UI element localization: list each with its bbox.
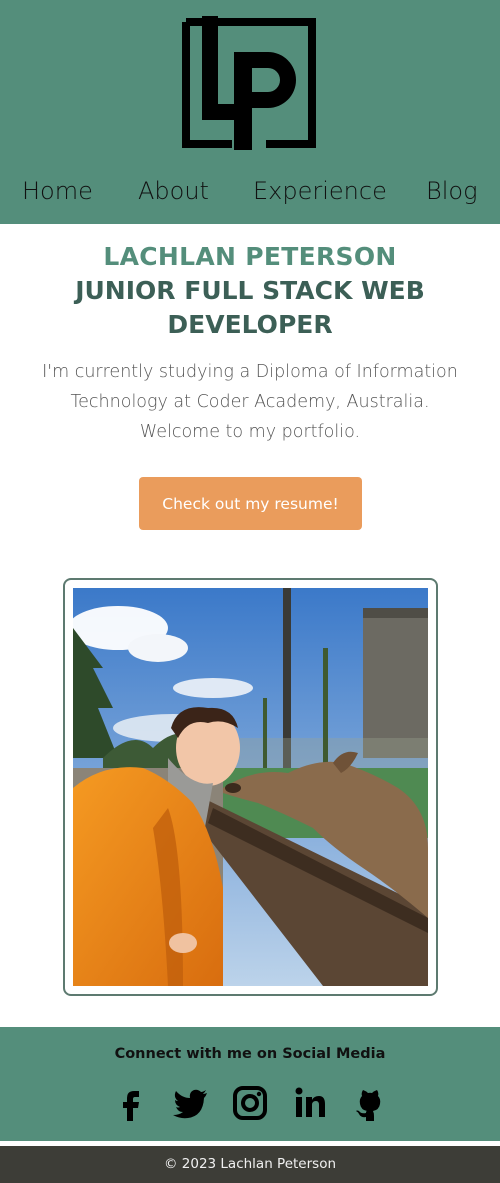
social-section: Connect with me on Social Media [0,1027,500,1141]
social-icons [0,1083,500,1123]
copyright-text: © 2023 Lachlan Peterson [163,1156,337,1172]
main-nav: Home About Experience Blog [0,170,500,214]
nav-home[interactable]: Home [22,170,93,212]
site-header: Home About Experience Blog [0,0,500,224]
lp-monogram-logo-icon [182,16,316,150]
instagram-icon[interactable] [230,1083,270,1123]
profile-photo [73,588,428,986]
profile-photo-frame [63,578,438,996]
hero-intro: I'm currently studying a Diploma of Info… [42,362,458,442]
facebook-icon[interactable] [112,1083,152,1123]
hero-role: JUNIOR FULL STACK WEB DEVELOPER [75,276,425,339]
twitter-icon[interactable] [170,1083,210,1123]
lp-logo[interactable] [182,12,318,154]
site-footer: © 2023 Lachlan Peterson [0,1146,500,1183]
hero-name: LACHLAN PETERSON [103,242,397,271]
social-title: Connect with me on Social Media [114,1046,386,1062]
nav-experience[interactable]: Experience [253,170,387,212]
github-icon[interactable] [350,1083,390,1123]
nav-blog[interactable]: Blog [426,170,477,212]
nav-about[interactable]: About [138,170,209,212]
resume-button[interactable]: Check out my resume! [139,477,362,530]
linkedin-icon[interactable] [290,1083,330,1123]
